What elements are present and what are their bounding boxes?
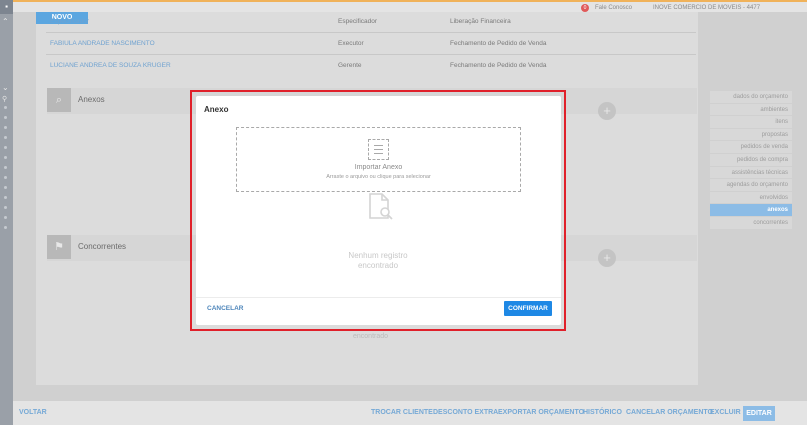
nav-item-anexos[interactable]: anexos — [710, 204, 792, 217]
dropzone-title: Importar Anexo — [354, 164, 403, 171]
participant-stage: Fechamento de Pedido de Venda — [450, 40, 547, 47]
left-rail: ▪ ⌃ ⌄ ⚲ — [0, 0, 13, 425]
modal-footer-divider — [196, 297, 561, 298]
anexos-section-title: Anexos — [78, 95, 105, 104]
dropzone-hint: Arraste o arquivo ou clique para selecio… — [326, 174, 431, 180]
nav-item-pedidos-venda[interactable]: pedidos de venda — [710, 141, 792, 154]
background-empty-text: encontrado — [353, 333, 389, 340]
row-divider — [46, 54, 696, 55]
company-selector[interactable]: INOVE COMERCIO DE MOVEIS - 4477 — [653, 5, 760, 11]
notification-badge[interactable]: 0 — [581, 4, 589, 12]
participant-name[interactable]: FABIULA ANDRADE NASCIMENTO — [50, 39, 155, 49]
concorrentes-section-title: Concorrentes — [78, 242, 127, 251]
rail-item-icon[interactable] — [4, 216, 7, 219]
participant-role: Executor — [338, 40, 364, 47]
rail-item-icon[interactable] — [4, 106, 7, 109]
delete-button[interactable]: EXCLUIR — [710, 409, 741, 416]
right-section-nav: dados do orçamento ambientes itens propo… — [710, 91, 792, 230]
rail-item-icon[interactable] — [4, 136, 7, 139]
paperclip-icon: ⌕ — [47, 88, 71, 112]
cancel-budget-button[interactable]: CANCELAR ORÇAMENTO — [626, 409, 713, 416]
participant-name[interactable]: LUCIANE ANDREA DE SOUZA KRUGER — [50, 61, 171, 71]
extra-discount-button[interactable]: DESCONTO EXTRA — [433, 409, 498, 416]
runner-icon: ⚑ — [47, 235, 71, 259]
empty-state-text: Nenhum registro encontrado — [308, 251, 448, 271]
edit-button[interactable]: EDITAR — [743, 406, 775, 421]
add-concorrente-button[interactable]: + — [598, 249, 616, 267]
rail-item-icon[interactable] — [4, 226, 7, 229]
nav-item-assistencias[interactable]: assistências técnicas — [710, 166, 792, 180]
nav-item-itens[interactable]: itens — [710, 116, 792, 129]
empty-state-line1: Nenhum registro — [348, 251, 408, 260]
file-dropzone[interactable]: Importar Anexo Arraste o arquivo ou cliq… — [236, 127, 521, 192]
modal-title: Anexo — [204, 105, 229, 114]
bottom-action-bar: VOLTAR TROCAR CLIENTE DESCONTO EXTRA EXP… — [13, 400, 807, 425]
empty-state-line2: encontrado — [357, 261, 399, 270]
history-button[interactable]: HISTÓRICO — [583, 409, 622, 416]
participant-name[interactable]: Especificador — [50, 17, 89, 27]
chevron-up-icon[interactable]: ⌃ — [2, 18, 9, 26]
rail-item-icon[interactable] — [4, 146, 7, 149]
rail-item-icon[interactable] — [4, 156, 7, 159]
participant-stage: Liberação Financeira — [450, 18, 511, 25]
confirm-button[interactable]: CONFIRMAR — [504, 301, 552, 316]
search-icon[interactable]: ⚲ — [2, 96, 7, 104]
nav-item-pedidos-compra[interactable]: pedidos de compra — [710, 153, 792, 167]
rail-item-icon[interactable] — [4, 186, 7, 189]
change-client-button[interactable]: TROCAR CLIENTE — [371, 409, 433, 416]
row-divider — [46, 32, 696, 33]
back-button[interactable]: VOLTAR — [19, 409, 47, 416]
app-logo-icon[interactable]: ▪ — [0, 0, 13, 14]
rail-item-icon[interactable] — [4, 126, 7, 129]
nav-item-propostas[interactable]: propostas — [710, 128, 792, 142]
contact-link[interactable]: Fale Conosco — [595, 5, 632, 11]
export-budget-button[interactable]: EXPORTAR ORÇAMENTO — [498, 409, 584, 416]
rail-item-icon[interactable] — [4, 206, 7, 209]
nav-item-dados-orcamento[interactable]: dados do orçamento — [710, 91, 792, 104]
top-bar: 0 Fale Conosco INOVE COMERCIO DE MOVEIS … — [13, 2, 807, 12]
rail-item-icon[interactable] — [4, 166, 7, 169]
chevron-down-icon[interactable]: ⌄ — [2, 84, 9, 92]
add-anexo-button[interactable]: + — [598, 102, 616, 120]
rail-item-icon[interactable] — [4, 196, 7, 199]
file-search-icon — [369, 193, 393, 220]
participant-role: Gerente — [338, 62, 362, 69]
nav-item-envolvidos[interactable]: envolvidos — [710, 191, 792, 205]
participant-stage: Fechamento de Pedido de Venda — [450, 62, 547, 69]
nav-item-ambientes[interactable]: ambientes — [710, 103, 792, 117]
rail-menu-items — [4, 106, 9, 236]
nav-item-agendas[interactable]: agendas do orçamento — [710, 179, 792, 192]
attachment-modal: Anexo Importar Anexo Arraste o arquivo o… — [196, 96, 561, 325]
document-icon — [368, 139, 389, 160]
rail-item-icon[interactable] — [4, 116, 7, 119]
cancel-button[interactable]: CANCELAR — [207, 305, 243, 312]
nav-item-concorrentes[interactable]: concorrentes — [710, 216, 792, 230]
rail-item-icon[interactable] — [4, 176, 7, 179]
participant-role: Especificador — [338, 18, 378, 25]
